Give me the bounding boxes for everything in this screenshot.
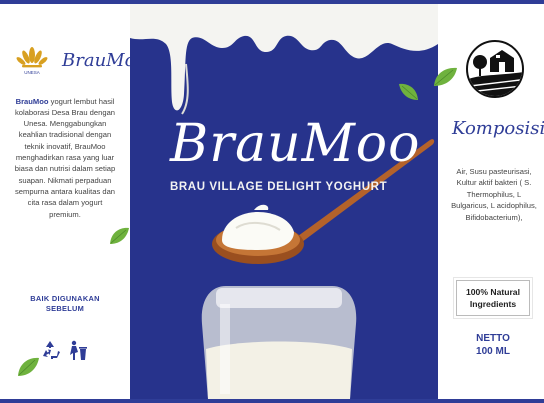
netto-value: 100 ML (476, 346, 510, 357)
brand-name-main: BrauMoo (170, 114, 421, 174)
description-brand: BrauMoo (15, 96, 49, 106)
best-before-label: BAIK DIGUNAKAN SEBELUM (30, 294, 100, 313)
trash-bin-icon (70, 340, 87, 360)
yogurt-jar-icon (201, 286, 357, 399)
leaf-icon (434, 67, 457, 86)
description-text: yogurt lembut hasil kolaborasi Desa Brau… (14, 96, 116, 219)
brand-tagline: BRAU VILLAGE DELIGHT YOGHURT (170, 181, 388, 193)
net-volume: NETTO 100 ML (456, 332, 530, 358)
milk-splash (130, 4, 438, 111)
yogurt-illustration (130, 4, 438, 399)
left-panel: UNESA BrauMoo BrauMoo yogurt lembut hasi… (0, 4, 146, 399)
brand-header: UNESA BrauMoo (16, 44, 146, 78)
unesa-emblem-icon: UNESA (16, 47, 48, 75)
composition-title: Komposisi (452, 118, 544, 139)
product-description: BrauMoo yogurt lembut hasil kolaborasi D… (12, 96, 118, 220)
emblem-caption: UNESA (24, 70, 40, 75)
disposal-icons (43, 340, 87, 360)
natural-ingredients-badge: 100% Natural Ingredients (456, 280, 530, 316)
center-panel: BrauMoo BRAU VILLAGE DELIGHT YOGHURT (130, 4, 438, 399)
farm-barn-icon (466, 40, 524, 98)
right-panel: Komposisi Air, Susu pasteurisasi, Kultur… (434, 4, 544, 399)
netto-label: NETTO (476, 333, 510, 344)
leaf-icon (18, 357, 39, 376)
leaf-icon (110, 227, 129, 244)
leaf-icon (399, 83, 418, 100)
recycle-icon (43, 341, 60, 359)
bottom-border (0, 399, 544, 403)
ingredients-text: Air, Susu pasteurisasi, Kultur aktif bak… (451, 166, 537, 222)
